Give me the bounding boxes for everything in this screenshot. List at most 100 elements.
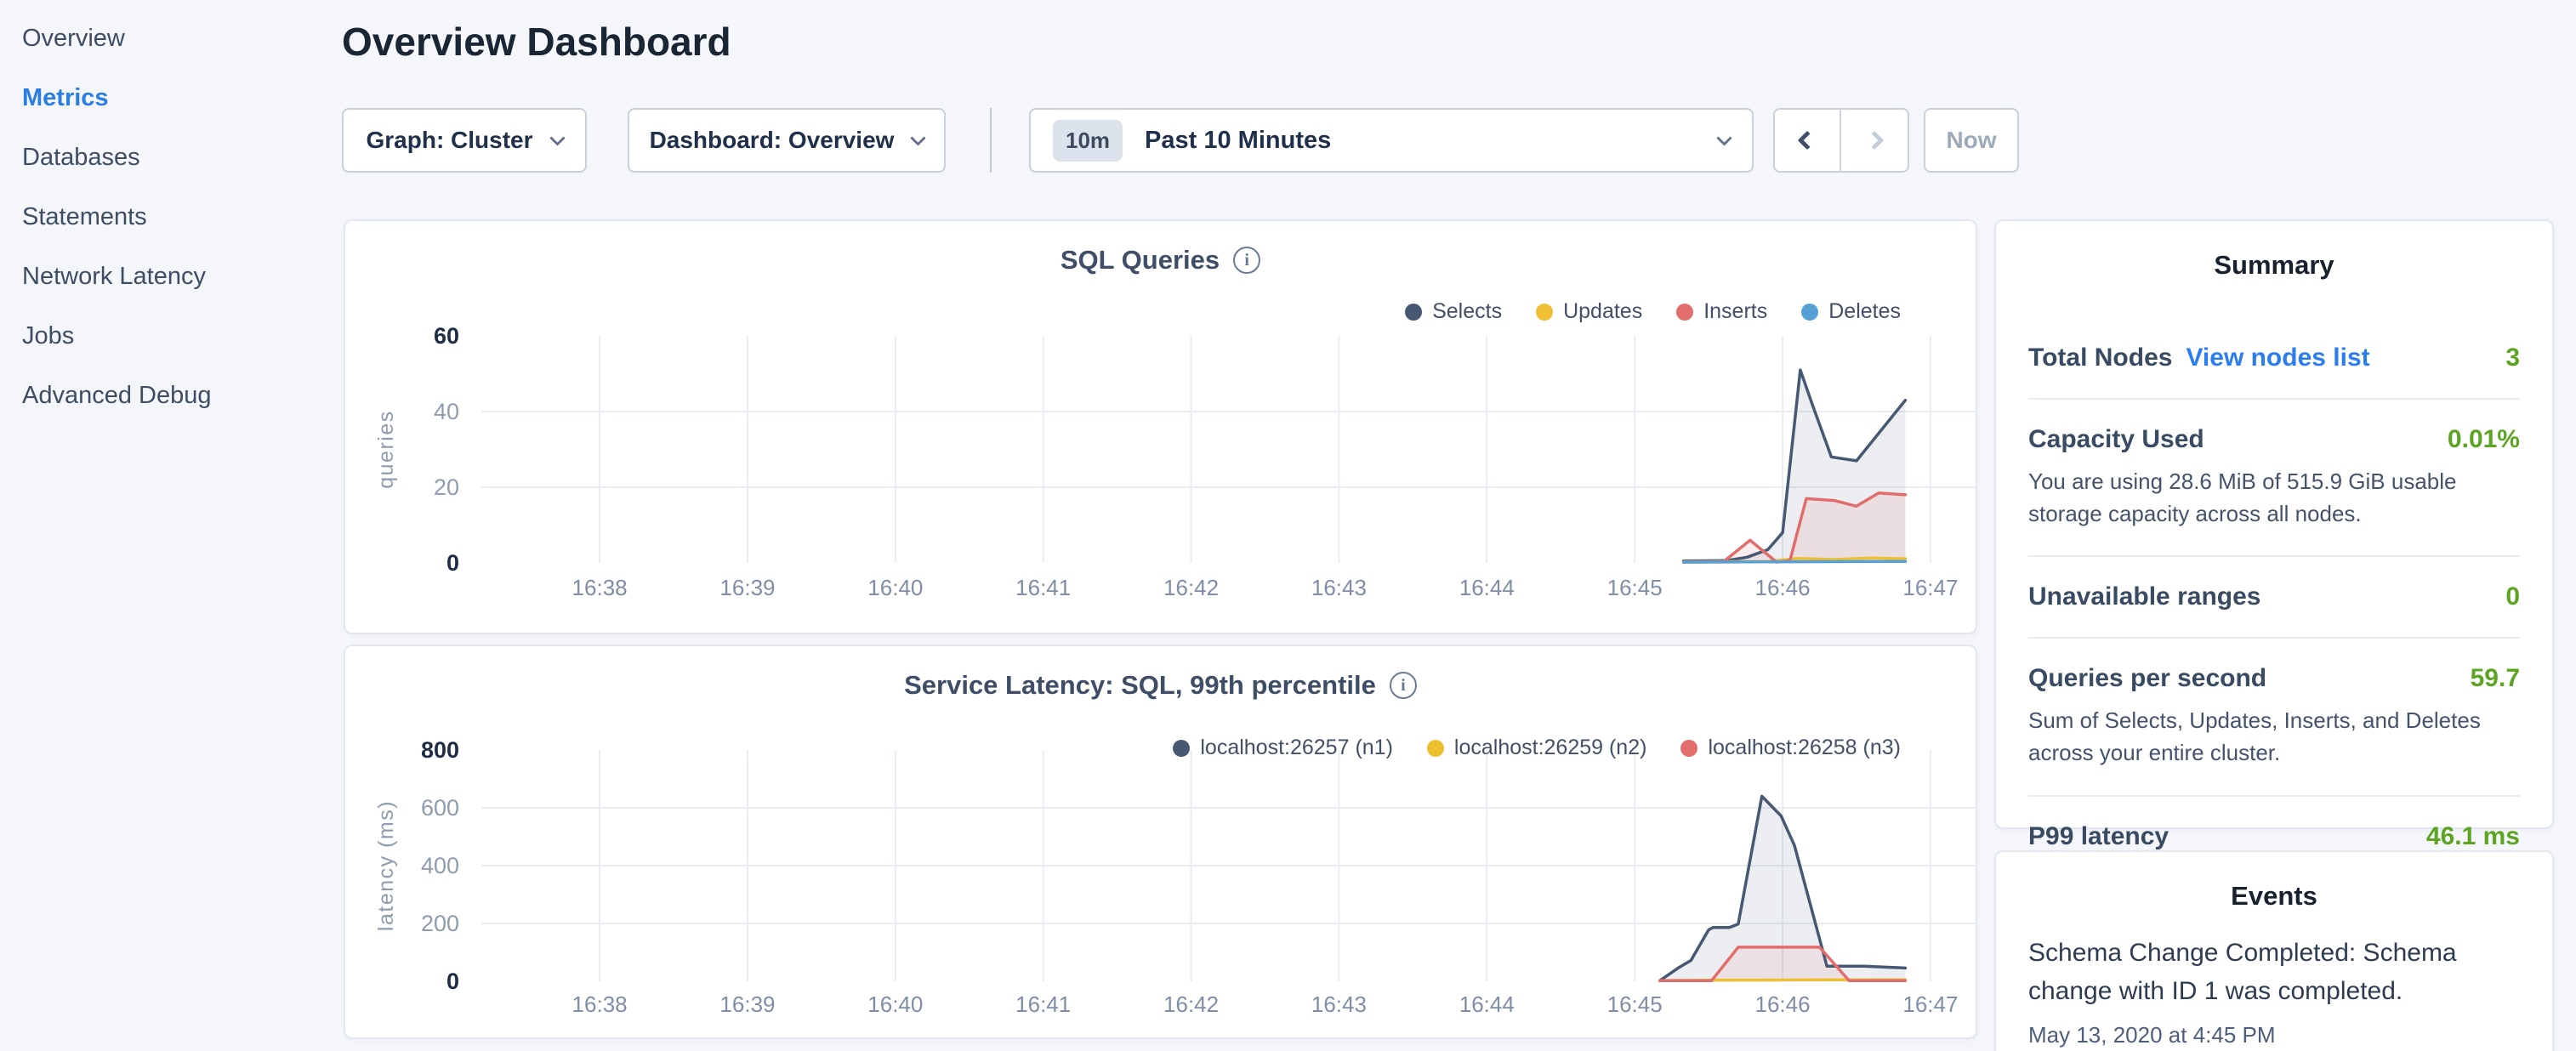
x-tick-label: 16:46 [1755, 575, 1811, 600]
graph-dropdown-label: Graph: Cluster [366, 127, 532, 154]
summary-row-total-nodes: Total Nodes View nodes list 3 [2028, 318, 2520, 400]
summary-rows: Total Nodes View nodes list 3 Capacity U… [1996, 281, 2552, 877]
legend-label: localhost:26259 (n2) [1454, 736, 1647, 760]
legend-dot-icon [1801, 304, 1818, 321]
legend-item: localhost:26258 (n3) [1680, 736, 1901, 760]
x-tick-label: 16:45 [1607, 991, 1663, 1017]
x-tick-label: 16:47 [1902, 991, 1958, 1017]
sidebar-item-jobs[interactable]: Jobs [0, 306, 333, 366]
legend-label: Updates [1563, 299, 1642, 324]
x-tick-label: 16:38 [572, 575, 628, 600]
service-latency-chart[interactable]: 16:3816:3916:4016:4116:4216:4316:4416:45… [345, 646, 1979, 1041]
x-tick-label: 16:44 [1459, 575, 1515, 600]
time-step-buttons [1773, 108, 1909, 173]
x-tick-label: 16:43 [1311, 991, 1367, 1017]
y-axis-label: queries [374, 410, 398, 489]
legend-dot-icon [1680, 740, 1697, 757]
x-tick-label: 16:39 [719, 575, 775, 600]
x-tick-label: 16:39 [719, 991, 775, 1017]
summary-row-value: 3 [2505, 344, 2520, 372]
x-tick-label: 16:40 [867, 991, 923, 1017]
summary-row-description: Sum of Selects, Updates, Inserts, and De… [2028, 705, 2520, 769]
now-button[interactable]: Now [1924, 108, 2019, 173]
y-tick-label: 800 [421, 737, 459, 763]
x-tick-label: 16:44 [1459, 991, 1515, 1017]
legend-dot-icon [1173, 740, 1190, 757]
legend-item: Updates [1536, 299, 1642, 324]
summary-row-label: P99 latency [2028, 822, 2169, 851]
legend-label: localhost:26257 (n1) [1200, 736, 1393, 760]
time-range-selector[interactable]: 10m Past 10 Minutes [1029, 108, 1754, 173]
y-tick-label: 0 [446, 969, 459, 994]
y-tick-label: 40 [434, 399, 459, 424]
event-timestamp: May 13, 2020 at 4:45 PM [2028, 1022, 2520, 1048]
legend-item: Inserts [1676, 299, 1767, 324]
summary-row-description: You are using 28.6 MiB of 515.9 GiB usab… [2028, 466, 2520, 530]
y-tick-label: 400 [421, 853, 459, 878]
info-icon[interactable]: i [1390, 672, 1417, 699]
sidebar-item-advanced-debug[interactable]: Advanced Debug [0, 366, 333, 425]
summary-row-value: 59.7 [2471, 664, 2520, 693]
legend-label: Deletes [1828, 299, 1901, 324]
legend-dot-icon [1427, 740, 1444, 757]
events-panel: Events Schema Change Completed: Schema c… [1994, 850, 2554, 1051]
controls-divider [990, 108, 992, 173]
chevron-down-icon [911, 130, 926, 145]
x-tick-label: 16:47 [1902, 575, 1958, 600]
sidebar-item-databases[interactable]: Databases [0, 128, 333, 187]
summary-row-value: 0.01% [2448, 425, 2520, 454]
legend-label: Selects [1432, 299, 1502, 324]
chart-title: Service Latency: SQL, 99th percentile [904, 670, 1376, 701]
y-tick-label: 60 [434, 323, 459, 349]
legend-dot-icon [1405, 304, 1422, 321]
summary-row-capacity-used: Capacity Used 0.01% You are using 28.6 M… [2028, 400, 2520, 557]
y-tick-label: 200 [421, 911, 459, 936]
summary-row-value: 46.1 ms [2426, 822, 2520, 851]
sidebar-item-statements[interactable]: Statements [0, 187, 333, 247]
legend-item: localhost:26259 (n2) [1427, 736, 1647, 760]
legend-item: localhost:26257 (n1) [1173, 736, 1393, 760]
sql-queries-chart[interactable]: 16:38 16:39 16:40 16:41 16:42 16:43 16:44 16:45… [345, 221, 1979, 636]
x-tick-label: 16:38 [572, 991, 628, 1017]
legend-dot-icon [1536, 304, 1553, 321]
sidebar-item-metrics[interactable]: Metrics [0, 68, 333, 128]
summary-panel: Summary Total Nodes View nodes list 3 Ca… [1994, 219, 2554, 829]
summary-row-value: 0 [2505, 582, 2520, 611]
x-tick-label: 16:45 [1607, 575, 1663, 600]
chart-legend: localhost:26257 (n1) localhost:26259 (n2)… [1173, 736, 1901, 760]
x-tick-label: 16:41 [1015, 575, 1071, 600]
chevron-left-icon [1798, 131, 1817, 151]
chart-title: SQL Queries [1061, 245, 1220, 276]
graph-dropdown[interactable]: Graph: Cluster [342, 108, 587, 173]
sidebar-item-network-latency[interactable]: Network Latency [0, 247, 333, 306]
events-title: Events [1996, 852, 2552, 912]
x-tick-label: 16:42 [1163, 991, 1219, 1017]
legend-item: Deletes [1801, 299, 1901, 324]
y-tick-label: 600 [421, 795, 459, 821]
x-tick-label: 16:43 [1311, 575, 1367, 600]
time-range-label: Past 10 Minutes [1145, 127, 1697, 155]
series-line [1684, 561, 1906, 562]
time-step-back-button[interactable] [1775, 110, 1841, 171]
event-item[interactable]: Schema Change Completed: Schema change w… [1996, 912, 2552, 1048]
dashboard-dropdown[interactable]: Dashboard: Overview [628, 108, 946, 173]
page-title: Overview Dashboard [342, 19, 731, 65]
time-step-forward-button[interactable] [1841, 110, 1908, 171]
sidebar-item-overview[interactable]: Overview [0, 9, 333, 68]
x-tick-label: 16:40 [867, 575, 923, 600]
x-tick-label: 16:42 [1163, 575, 1219, 600]
legend-item: Selects [1405, 299, 1502, 324]
legend-label: localhost:26258 (n3) [1708, 736, 1901, 760]
service-latency-chart-card: 16:3816:3916:4016:4116:4216:4316:4416:45… [344, 645, 1977, 1039]
y-axis-label: latency (ms) [374, 800, 398, 931]
summary-row-label: Total Nodes [2028, 344, 2172, 372]
info-icon[interactable]: i [1233, 247, 1260, 274]
sidebar: Overview Metrics Databases Statements Ne… [0, 0, 333, 1051]
chevron-down-icon [549, 130, 565, 145]
x-tick-label: 16:46 [1755, 991, 1811, 1017]
sql-queries-chart-card: 16:38 16:39 16:40 16:41 16:42 16:43 16:44 16:45… [344, 219, 1977, 634]
chevron-down-icon [1716, 130, 1732, 145]
view-nodes-list-link[interactable]: View nodes list [2186, 344, 2369, 372]
summary-row-queries-per-second: Queries per second 59.7 Sum of Selects, … [2028, 639, 2520, 796]
dashboard-dropdown-label: Dashboard: Overview [650, 127, 895, 154]
